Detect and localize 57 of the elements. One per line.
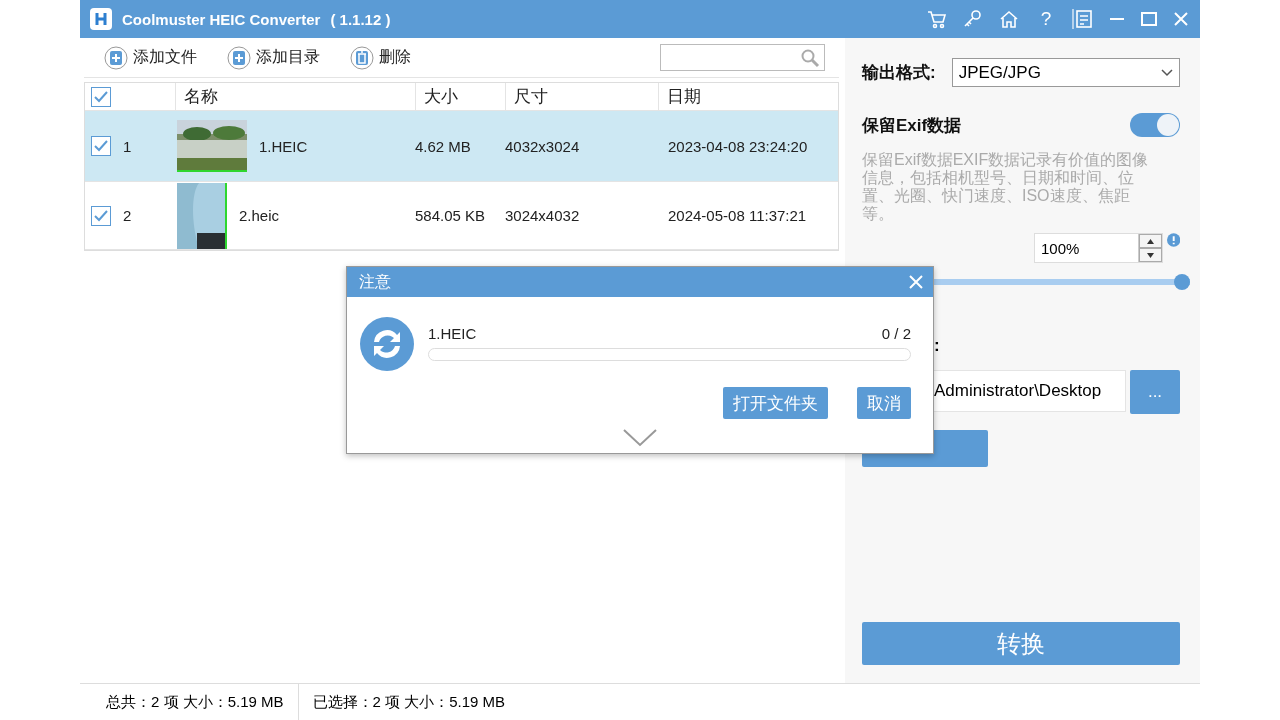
- table-row[interactable]: 1 1.HEIC 4.62 MB 4032x3024 2023-04-08 23:24:20: [85, 111, 838, 182]
- feedback-icon[interactable]: [1072, 8, 1094, 30]
- add-folder-icon: [227, 45, 251, 70]
- progress-count: 0 / 2: [881, 325, 911, 342]
- spin-down-button[interactable]: [1138, 248, 1162, 262]
- chevron-down-icon: [1161, 68, 1173, 77]
- version-label: ( 1.1.12 ): [330, 10, 391, 28]
- checkbox[interactable]: [91, 86, 111, 107]
- triangle-down-icon: [1146, 252, 1154, 258]
- add-file-button[interactable]: 添加文件: [104, 45, 197, 70]
- table-cell-text: 4032x3024: [505, 137, 581, 155]
- search-field[interactable]: [660, 44, 825, 71]
- status-text: 已选择：2 项 大小：5.19 MB: [311, 691, 507, 712]
- search-icon: [800, 47, 820, 68]
- triangle-up-icon: [1146, 238, 1154, 244]
- file-name: 1.HEIC: [428, 325, 477, 342]
- dialog-title: 注意: [359, 271, 391, 292]
- format-label: 输出格式:: [862, 62, 936, 84]
- file-name: 2.heic: [239, 207, 280, 224]
- checkbox[interactable]: [91, 205, 111, 226]
- quality-field[interactable]: 100%: [1034, 233, 1163, 263]
- row-number: 1: [123, 137, 132, 155]
- row-number: 2: [123, 207, 132, 224]
- file-name: 1.HEIC: [259, 137, 308, 155]
- add-file-icon: [104, 45, 128, 70]
- exif-label: 保留Exif数据: [862, 114, 962, 137]
- column-header[interactable]: 日期: [658, 83, 838, 110]
- checkbox[interactable]: [91, 136, 111, 156]
- window-title: Coolmuster HEIC Converter: [122, 10, 321, 28]
- add-folder-button[interactable]: 添加目录: [227, 45, 320, 70]
- trash-icon: [350, 45, 374, 70]
- info-icon[interactable]: [1166, 233, 1180, 247]
- status-text: 总共：2 项 大小：5.19 MB: [80, 684, 299, 720]
- output-label: :: [934, 336, 940, 356]
- sync-icon: [360, 317, 414, 371]
- maximize-icon[interactable]: [1140, 10, 1158, 28]
- column-header[interactable]: 名称: [175, 83, 415, 110]
- delete-button[interactable]: 删除: [350, 45, 411, 70]
- cart-icon[interactable]: [926, 8, 948, 30]
- exif-description: 保留Exif数据EXIF数据记录有价值的图像信息，包括相机型号、日期和时间、位置、光圈、快门速度、ISO速度、焦距等。: [862, 151, 1150, 223]
- close-icon[interactable]: [909, 275, 923, 289]
- chevron-down-icon[interactable]: [623, 429, 657, 447]
- table-cell-text: 3024x4032: [505, 207, 581, 224]
- table-cell-text: 4.62 MB: [415, 137, 472, 155]
- format-dropdown[interactable]: JPEG/JPG: [951, 58, 1180, 87]
- spin-up-button[interactable]: [1138, 234, 1162, 248]
- column-header[interactable]: 尺寸: [505, 83, 658, 110]
- slider-thumb[interactable]: [1174, 274, 1190, 290]
- table-cell-text: 2024-05-08 11:37:21: [667, 207, 808, 224]
- table-cell-text: 2023-04-08 23:24:20: [667, 137, 809, 155]
- table-row[interactable]: 2 2.heic 584.05 KB 3024x4032 2024-05-08 11:37:21: [85, 182, 838, 250]
- home-icon[interactable]: [998, 8, 1020, 30]
- app-logo-icon: [90, 8, 112, 30]
- column-header[interactable]: 大小: [415, 83, 505, 110]
- table-cell-text: 584.05 KB: [415, 207, 487, 224]
- close-icon[interactable]: [1172, 10, 1190, 28]
- exif-toggle[interactable]: [1130, 113, 1180, 137]
